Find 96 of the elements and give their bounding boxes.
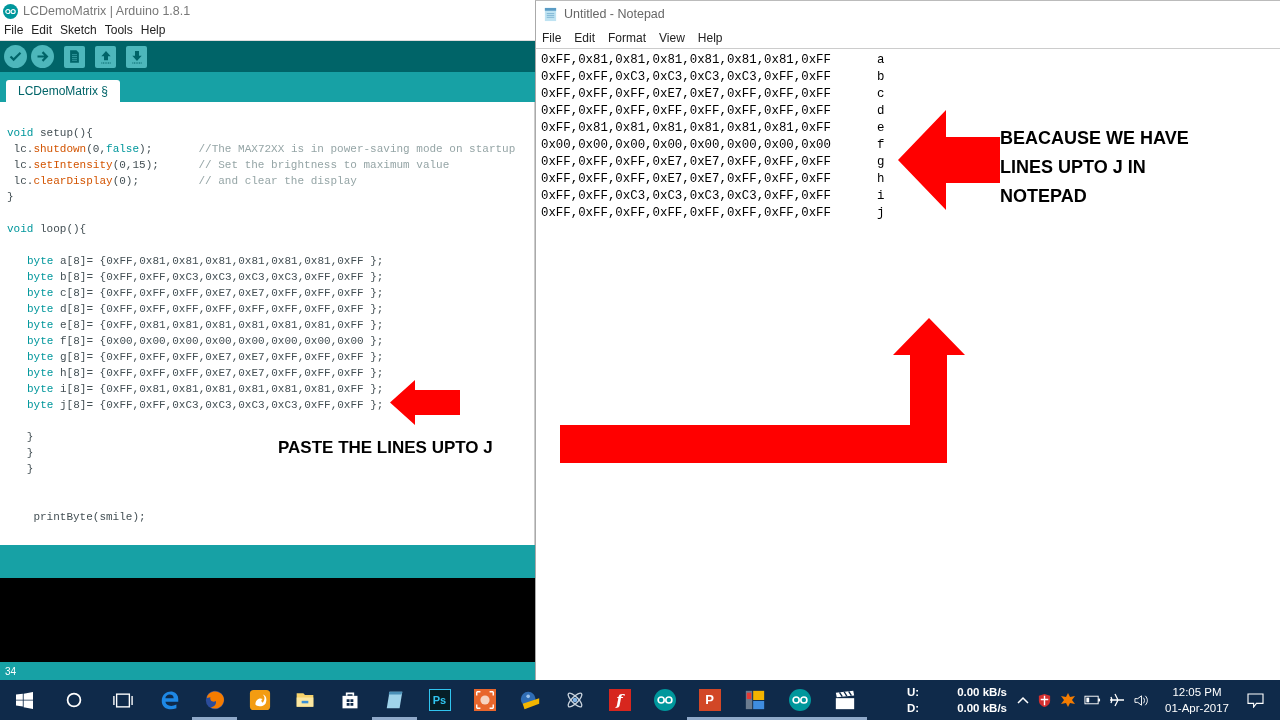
notification-icon[interactable] [1246, 692, 1264, 708]
menu-item[interactable]: Edit [574, 28, 596, 47]
notepad-icon [543, 6, 558, 22]
code-line: byte i[8]= {0xFF,0x81,0x81,0x81,0x81,0x81,0x81,0xFF }; [27, 382, 384, 397]
taskbar-button[interactable]: f [597, 680, 642, 720]
code-line: void loop(){ [7, 222, 87, 237]
slides-logo-icon: P [698, 689, 721, 711]
text-line: 0xFF,0xFF,0xC3,0xC3,0xC3,0xC3,0xFF,0xFF [541, 69, 832, 87]
splat-icon[interactable] [1060, 692, 1076, 708]
text-line: h [877, 171, 885, 189]
f-logo-icon: f [608, 689, 631, 711]
menu-item[interactable]: Sketch [60, 21, 97, 39]
menu-item[interactable]: View [659, 28, 685, 47]
clock[interactable]: 12:05 PM 01-Apr-2017 [1164, 684, 1230, 716]
infinity-logo-icon [653, 689, 676, 711]
text-line: f [877, 137, 885, 155]
upload-button[interactable] [31, 45, 54, 68]
code-line: byte c[8]= {0xFF,0xFF,0xFF,0xE7,0xE7,0xFF,0xFF,0xFF }; [27, 286, 384, 301]
code-line: } [25, 462, 34, 477]
code-line: } [7, 190, 14, 205]
code-line: } [25, 446, 34, 461]
check-icon [8, 49, 23, 64]
clock-date: 01-Apr-2017 [1165, 701, 1229, 716]
line-number: 34 [5, 664, 17, 679]
taskbar-button[interactable]: Ps [417, 680, 462, 720]
text-line: 0xFF,0x81,0x81,0x81,0x81,0x81,0x81,0xFF [541, 52, 832, 70]
text-line: 0xFF,0xFF,0xC3,0xC3,0xC3,0xC3,0xFF,0xFF [541, 188, 832, 206]
text-line: c [877, 86, 885, 104]
window-title: LCDemoMatrix | Arduino 1.8.1 [23, 2, 191, 20]
text-line: 0xFF,0xFF,0xFF,0xFF,0xFF,0xFF,0xFF,0xFF [541, 103, 832, 121]
text-line: i [877, 188, 885, 206]
code-line: byte j[8]= {0xFF,0xFF,0xC3,0xC3,0xC3,0xC3,0xFF,0xFF }; [27, 398, 384, 413]
menu-item[interactable]: File [4, 21, 24, 39]
text-line: 0xFF,0xFF,0xFF,0xE7,0xE7,0xFF,0xFF,0xFF [541, 171, 832, 189]
text-line: b [877, 69, 885, 87]
code-line: byte f[8]= {0x00,0x00,0x00,0x00,0x00,0x00,0x00,0x00 }; [27, 334, 384, 349]
save-button[interactable] [126, 45, 147, 68]
taskbar-button[interactable]: P [687, 680, 732, 720]
menu-item[interactable]: Help [697, 28, 723, 47]
record-icon [473, 689, 496, 711]
network-label: U: [907, 685, 921, 700]
speaker-icon[interactable] [1133, 692, 1150, 708]
battery-icon[interactable] [1084, 695, 1101, 705]
text-line: 0xFF,0x81,0x81,0x81,0x81,0x81,0x81,0xFF [541, 120, 832, 138]
clock-time: 12:05 PM [1172, 685, 1222, 700]
text-line: a [877, 52, 885, 70]
code-line: byte e[8]= {0xFF,0x81,0x81,0x81,0x81,0x81,0x81,0xFF }; [27, 318, 384, 333]
shield-icon[interactable] [1037, 692, 1052, 708]
arrow-drawing [390, 380, 460, 425]
code-line: lc.clearDisplay(0); // and clear the display [12, 174, 357, 189]
new-button[interactable] [64, 45, 85, 68]
text-line: d [877, 103, 885, 121]
network-label: D: [907, 701, 921, 716]
code-line: byte b[8]= {0xFF,0xFF,0xC3,0xC3,0xC3,0xC3,0xFF,0xFF }; [27, 270, 384, 285]
airplane-icon[interactable] [1109, 692, 1125, 708]
text-line: 0xFF,0xFF,0xFF,0xFF,0xFF,0xFF,0xFF,0xFF [541, 205, 832, 223]
windows-icon [16, 691, 33, 709]
fox-globe-icon [203, 689, 226, 711]
code-line: void setup(){ [7, 126, 93, 141]
right-arrow-icon [35, 49, 50, 64]
annotation-text: PASTE THE LINES UPTO J [278, 437, 493, 459]
code-line: byte h[8]= {0xFF,0xFF,0xFF,0xE7,0xE7,0xFF,0xFF,0xFF }; [27, 366, 384, 381]
menu-item[interactable]: Tools [104, 21, 133, 39]
annotation-text: BEACAUSE WE HAVE LINES UPTO J IN NOTEPAD [1000, 127, 1189, 208]
ps-logo-icon: Ps [428, 689, 451, 711]
document-icon [67, 48, 82, 65]
window-title: Untitled - Notepad [564, 5, 665, 23]
network-speed: 0.00 kB/s [957, 685, 1007, 700]
open-button[interactable] [95, 45, 116, 68]
code-line: lc.setIntensity(0,15); // Set the brightness to maximum value [12, 158, 450, 173]
menu-item[interactable]: Help [140, 21, 166, 39]
code-line: byte a[8]= {0xFF,0x81,0x81,0x81,0x81,0x81,0x81,0xFF }; [27, 254, 384, 269]
code-line: } [25, 430, 34, 445]
text-line: 0x00,0x00,0x00,0x00,0x00,0x00,0x00,0x00 [541, 137, 832, 155]
text-line: j [877, 205, 885, 223]
task-view-icon [112, 692, 133, 708]
tiles-icon [743, 689, 766, 711]
text-line: 0xFF,0xFF,0xFF,0xE7,0xE7,0xFF,0xFF,0xFF [541, 86, 832, 104]
text-line: 0xFF,0xFF,0xFF,0xE7,0xE7,0xFF,0xFF,0xFF [541, 154, 832, 172]
sketch-tab[interactable]: LCDemoMatrix § [6, 80, 121, 102]
text-line: g [877, 154, 885, 172]
chevron-icon[interactable] [1017, 696, 1029, 704]
app-logo-icon [3, 3, 18, 19]
code-line: printByte(smile); [32, 510, 146, 525]
infinity-logo-icon [788, 689, 811, 711]
menu-item[interactable]: Edit [31, 21, 53, 39]
text-line: e [877, 120, 885, 138]
verify-button[interactable] [4, 45, 27, 68]
circle-icon [65, 692, 82, 708]
code-line: byte g[8]= {0xFF,0xFF,0xFF,0xE7,0xE7,0xFF,0xFF,0xFF }; [27, 350, 384, 365]
code-line: lc.shutdown(0,false); //The MAX72XX is in power-saving mode on startup [12, 142, 516, 157]
code-line: byte d[8]= {0xFF,0xFF,0xFF,0xFF,0xFF,0xFF,0xFF,0xFF }; [27, 302, 384, 317]
menu-item[interactable]: Format [608, 28, 647, 47]
network-speed: 0.00 kB/s [957, 701, 1007, 716]
menu-item[interactable]: File [542, 28, 562, 47]
clapperboard-icon [833, 689, 856, 711]
